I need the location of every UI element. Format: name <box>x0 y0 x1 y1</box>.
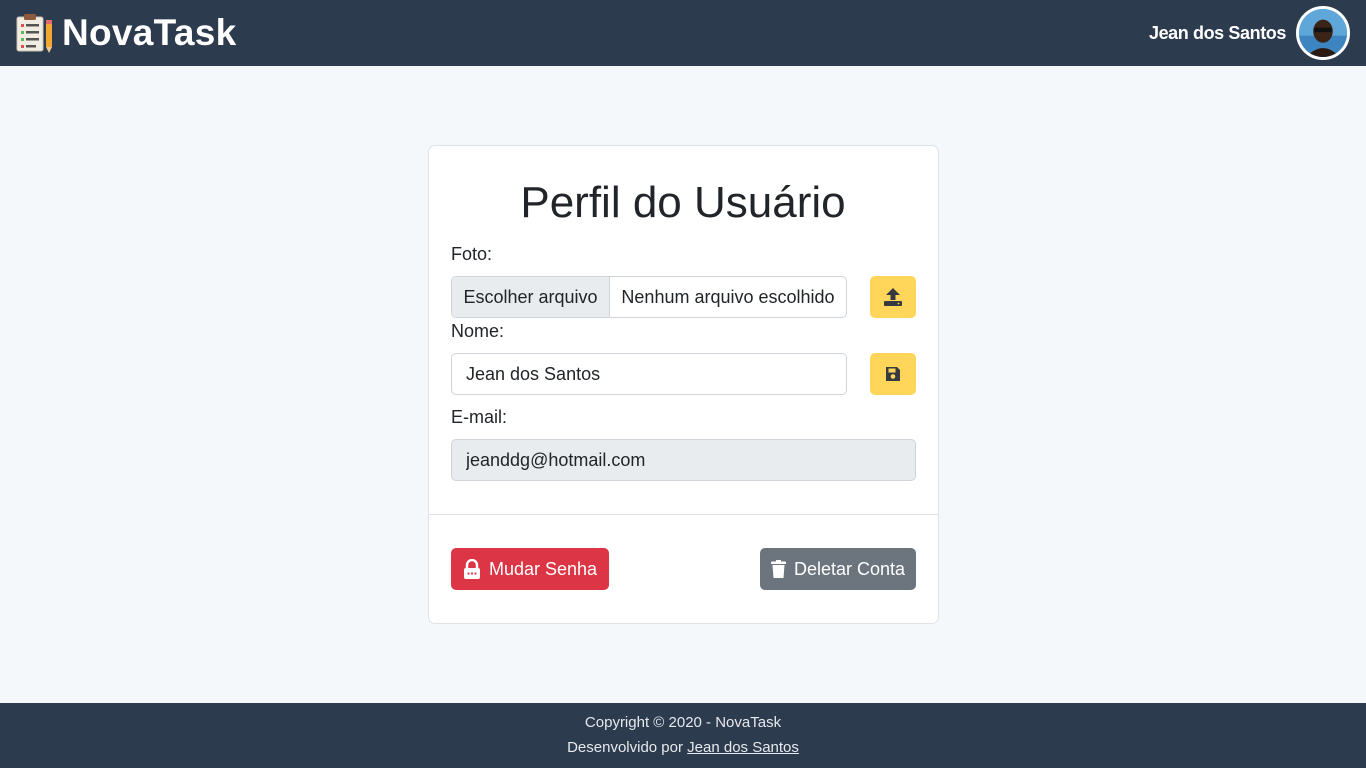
lock-icon <box>463 559 480 579</box>
brand-link[interactable]: NovaTask <box>14 11 236 55</box>
trash-icon <box>770 560 786 578</box>
top-navbar: NovaTask Jean dos Santos <box>0 0 1366 66</box>
name-label: Nome: <box>451 321 505 341</box>
delete-account-label: Deletar Conta <box>793 558 906 579</box>
author-link[interactable]: Jean dos Santos <box>687 739 799 756</box>
choose-file-button[interactable]: Escolher arquivo <box>452 277 610 317</box>
save-name-button[interactable] <box>870 353 916 395</box>
photo-label: Foto: <box>451 244 493 264</box>
upload-photo-button[interactable] <box>870 276 916 318</box>
copyright-text: Copyright © 2020 - NovaTask <box>584 714 782 731</box>
email-field <box>451 439 916 481</box>
brand-name: NovaTask <box>62 12 237 53</box>
name-input[interactable] <box>451 353 847 395</box>
user-menu[interactable]: Jean dos Santos <box>1149 6 1350 60</box>
developed-by-text: Desenvolvido por <box>567 739 683 756</box>
developed-by-line: Desenvolvido por Jean dos Santos <box>0 739 1366 756</box>
photo-file-input[interactable]: Escolher arquivo Nenhum arquivo escolhid… <box>451 276 847 318</box>
change-password-label: Mudar Senha <box>488 558 598 579</box>
page-title: Perfil do Usuário <box>520 178 846 227</box>
floppy-disk-icon <box>886 367 900 381</box>
upload-icon <box>884 288 902 306</box>
change-password-button[interactable]: Mudar Senha <box>451 548 609 590</box>
email-label: E-mail: <box>451 407 508 427</box>
footer: Copyright © 2020 - NovaTask Desenvolvido… <box>0 703 1366 768</box>
card-divider <box>429 514 938 515</box>
avatar[interactable] <box>1296 6 1350 60</box>
delete-account-button[interactable]: Deletar Conta <box>760 548 916 590</box>
clipboard-pencil-icon <box>16 14 52 53</box>
file-status-text: Nenhum arquivo escolhido <box>621 286 835 307</box>
header-user-name: Jean dos Santos <box>1148 22 1286 43</box>
